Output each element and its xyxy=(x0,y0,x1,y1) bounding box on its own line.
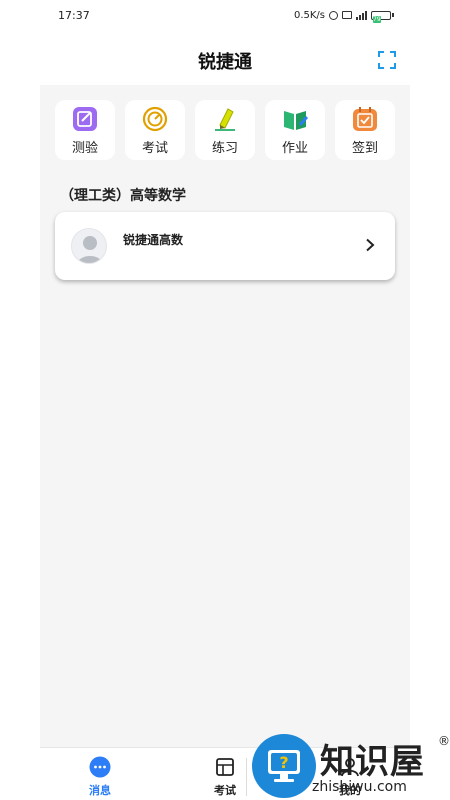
watermark-text: 知识屋 xyxy=(320,742,425,782)
quick-action-label: 练习 xyxy=(211,141,238,156)
quick-action-practice[interactable]: 练习 xyxy=(195,100,255,160)
status-indicators: 0.5K/s 79 xyxy=(293,9,394,23)
main-content: 测验 考试 练习 作业 签到 （理工类）高等数学 锐捷通高数 xyxy=(40,85,410,747)
fullscreen-icon[interactable] xyxy=(377,50,397,70)
battery-level: 79 xyxy=(373,15,381,23)
tab-divider xyxy=(246,758,247,796)
watermark-url: zhishiwu.com xyxy=(312,779,407,795)
course-card[interactable]: 锐捷通高数 xyxy=(55,212,395,280)
quick-action-homework[interactable]: 作业 xyxy=(265,100,325,160)
course-section-heading: （理工类）高等数学 xyxy=(60,188,186,204)
exam-icon xyxy=(142,106,168,132)
quick-action-label: 签到 xyxy=(351,141,378,156)
quick-action-label: 考试 xyxy=(141,141,168,156)
quick-action-quiz[interactable]: 测验 xyxy=(55,100,115,160)
battery-icon: 79 xyxy=(371,10,394,23)
practice-icon xyxy=(215,108,235,131)
tab-label: 消息 xyxy=(89,784,111,797)
chevron-right-icon xyxy=(366,238,375,252)
quick-action-exam[interactable]: 考试 xyxy=(125,100,185,160)
svg-text:?: ? xyxy=(279,753,288,772)
quick-actions: 测验 考试 练习 作业 签到 xyxy=(55,100,395,160)
quick-action-checkin[interactable]: 签到 xyxy=(335,100,395,160)
signal-icon xyxy=(356,10,367,20)
homework-icon xyxy=(284,111,308,130)
quick-action-label: 测验 xyxy=(71,141,98,156)
quiz-icon xyxy=(73,107,97,131)
course-name: 锐捷通高数 xyxy=(123,233,184,247)
status-time: 17:37 xyxy=(58,8,90,22)
tab-label: 考试 xyxy=(214,784,236,797)
quick-action-label: 作业 xyxy=(281,141,308,156)
avatar-icon xyxy=(71,228,107,264)
network-speed: 0.5K/s xyxy=(293,9,325,21)
exam-tab-icon xyxy=(216,758,234,776)
watermark: ? 知识屋 ® zhishiwu.com xyxy=(252,732,450,800)
nav-bar: 锐捷通 xyxy=(0,38,450,82)
watermark-logo-icon: ? xyxy=(252,734,316,798)
checkin-icon xyxy=(353,107,377,131)
hd-icon xyxy=(342,11,352,19)
status-bar: 17:37 0.5K/s 79 xyxy=(0,0,450,30)
tab-messages[interactable]: 消息 xyxy=(70,748,130,800)
watermark-registered: ® xyxy=(438,734,450,748)
chat-bubble-icon xyxy=(89,756,111,778)
alarm-icon xyxy=(329,10,338,20)
